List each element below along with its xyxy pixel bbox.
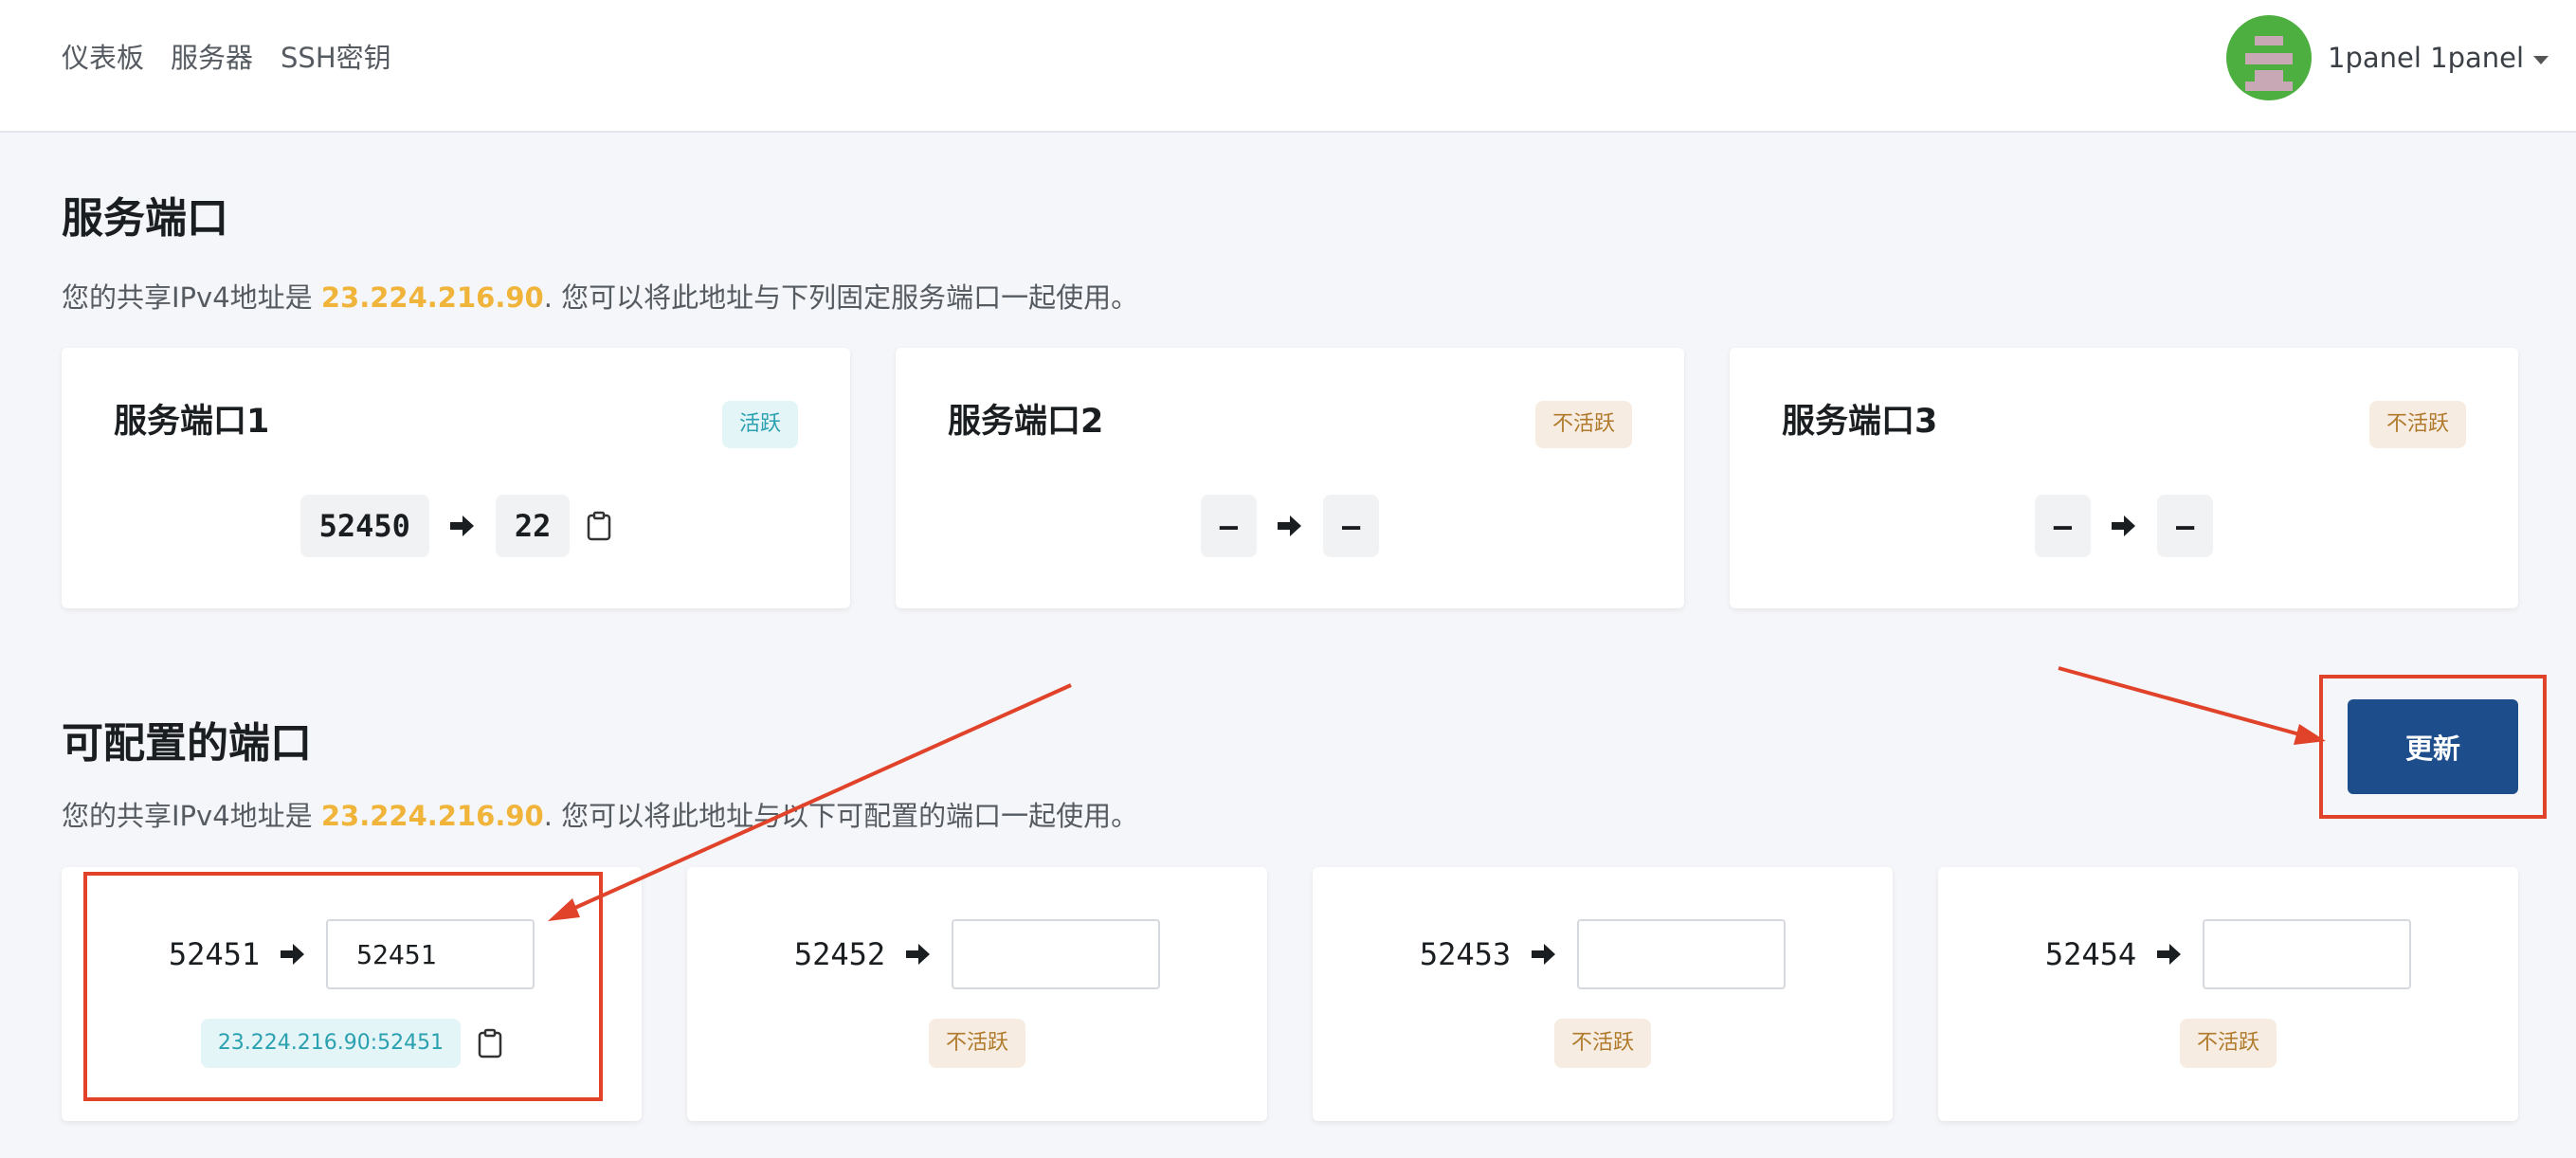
external-port: 52450 — [299, 495, 429, 557]
nav-dashboard[interactable]: 仪表板 — [62, 38, 144, 78]
service-port-card-2: 服务端口2 不活跃 – – — [896, 348, 1684, 608]
clipboard-icon[interactable] — [587, 511, 611, 541]
arrow-right-icon — [449, 515, 475, 537]
external-port: – — [1200, 495, 1257, 557]
user-name: 1panel 1panel — [2328, 42, 2525, 74]
status-badge: 不活跃 — [928, 1019, 1025, 1068]
user-menu[interactable]: 1panel 1panel — [2328, 38, 2549, 78]
service-port-card-3: 服务端口3 不活跃 – – — [1730, 348, 2518, 608]
arrow-right-icon — [2112, 515, 2136, 537]
service-port-title: 服务端口2 — [948, 403, 1104, 441]
external-port: – — [2034, 495, 2091, 557]
caret-down-icon — [2533, 55, 2549, 64]
status-badge: 不活跃 — [1553, 1019, 1651, 1068]
port-number: 52453 — [1419, 936, 1512, 972]
target-port-input[interactable] — [2203, 919, 2412, 989]
shared-ip: 23.224.216.90 — [320, 800, 544, 832]
nav-ssh-keys[interactable]: SSH密钥 — [281, 38, 391, 78]
configurable-port-card-3: 52453 不活跃 — [1313, 867, 1893, 1121]
arrow-right-icon — [1532, 943, 1556, 966]
configurable-port-card-2: 52452 不活跃 — [687, 867, 1267, 1121]
avatar[interactable] — [2226, 15, 2312, 100]
service-port-title: 服务端口1 — [114, 403, 270, 441]
internal-port: – — [1323, 495, 1380, 557]
shared-ip: 23.224.216.90 — [320, 281, 544, 314]
target-port-input[interactable] — [952, 919, 1161, 989]
target-port-input[interactable] — [1577, 919, 1787, 989]
internal-port: – — [2157, 495, 2214, 557]
configurable-ports-title: 可配置的端口 — [62, 719, 312, 768]
annotation-highlight-box — [2319, 675, 2547, 819]
service-port-card-1: 服务端口1 活跃 52450 22 — [62, 348, 850, 608]
nav-servers[interactable]: 服务器 — [171, 38, 253, 78]
configurable-ports-description: 您的共享IPv4地址是 23.224.216.90. 您可以将此地址与以下可配置… — [62, 800, 1139, 832]
top-navbar: 仪表板 服务器 SSH密钥 1panel 1panel — [0, 0, 2576, 133]
status-badge: 不活跃 — [2179, 1019, 2277, 1068]
arrow-right-icon — [1278, 515, 1302, 537]
annotation-highlight-box — [83, 872, 603, 1101]
service-ports-description: 您的共享IPv4地址是 23.224.216.90. 您可以将此地址与下列固定服… — [62, 281, 1139, 314]
service-ports-title: 服务端口 — [62, 194, 228, 243]
internal-port: 22 — [495, 495, 571, 557]
status-badge: 不活跃 — [2368, 401, 2466, 448]
port-number: 52452 — [793, 936, 886, 972]
port-number: 52454 — [2044, 936, 2137, 972]
arrow-right-icon — [2157, 943, 2182, 966]
arrow-right-icon — [906, 943, 931, 966]
status-badge: 不活跃 — [1534, 401, 1632, 448]
configurable-port-card-4: 52454 不活跃 — [1938, 867, 2518, 1121]
service-port-title: 服务端口3 — [1782, 403, 1938, 441]
status-badge: 活跃 — [721, 401, 798, 448]
